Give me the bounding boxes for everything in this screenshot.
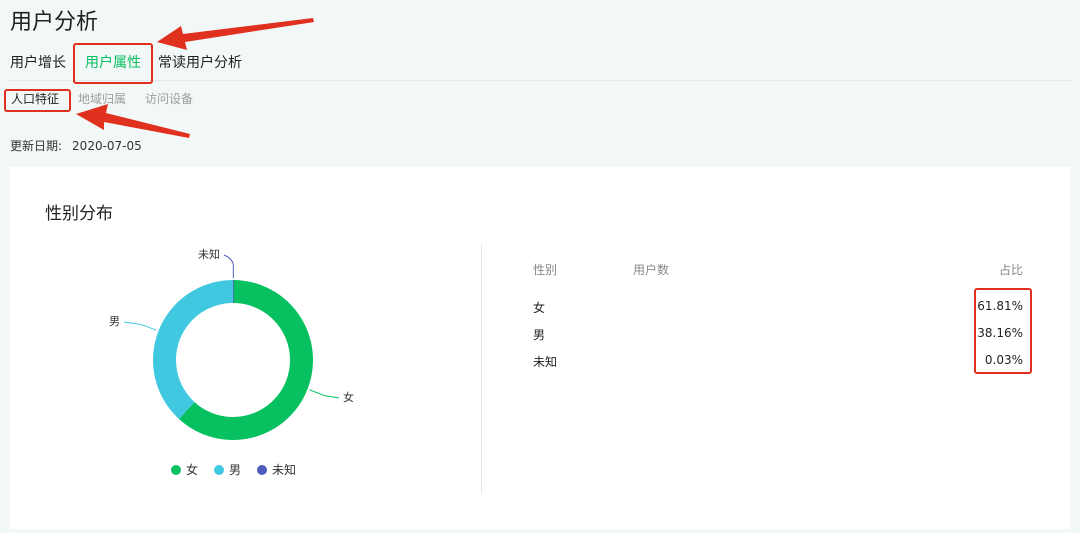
legend-label-0[interactable]: 女	[186, 462, 198, 477]
gender-donut-chart: 女男未知女男未知	[109, 247, 354, 477]
subtab-device[interactable]: 访问设备	[145, 90, 193, 107]
legend-marker-2[interactable]	[257, 465, 267, 475]
annotation-box-shares	[974, 288, 1032, 374]
update-date-label: 更新日期:	[10, 139, 63, 153]
table-header-users: 用户数	[633, 263, 670, 277]
legend-marker-0[interactable]	[171, 465, 181, 475]
tab-user-growth[interactable]: 用户增长	[10, 52, 66, 72]
arrow-to-subtab	[76, 104, 190, 138]
main-tabs: 用户增长 用户属性 常读用户分析	[0, 50, 1080, 80]
arrow-to-tab	[157, 18, 314, 50]
slice-label-1: 男	[109, 315, 120, 328]
update-date: 更新日期: 2020-07-05	[10, 137, 142, 154]
table-header-gender: 性别	[533, 263, 558, 277]
slice-label-0: 女	[343, 390, 354, 404]
table-header-share: 占比	[999, 263, 1024, 277]
legend-marker-1[interactable]	[214, 465, 224, 475]
slice-leader-line-1	[123, 321, 157, 331]
annotation-box-subtab	[4, 89, 71, 112]
slice-leader-line-2	[223, 254, 234, 279]
gender-card: 性别分布 女男未知女男未知 性别 用户数 占比 女 男 未知 61.81% 38…	[10, 167, 1070, 529]
annotation-box-tab	[73, 43, 153, 84]
slice-1[interactable]	[153, 280, 233, 419]
tab-frequent-readers[interactable]: 常读用户分析	[158, 52, 242, 72]
tabs-divider	[8, 80, 1072, 81]
slice-label-2: 未知	[198, 247, 220, 261]
table-row-gender: 女	[533, 301, 546, 315]
slice-leader-line-0	[309, 389, 340, 399]
legend-label-2[interactable]: 未知	[272, 463, 296, 477]
legend-label-1[interactable]: 男	[229, 463, 241, 477]
update-date-value: 2020-07-05	[72, 139, 142, 153]
subtab-region[interactable]: 地域归属	[78, 90, 126, 107]
vertical-divider	[481, 244, 482, 494]
table-row-gender: 未知	[533, 355, 558, 369]
page-title: 用户分析	[10, 10, 99, 35]
table-row-gender: 男	[533, 328, 546, 342]
